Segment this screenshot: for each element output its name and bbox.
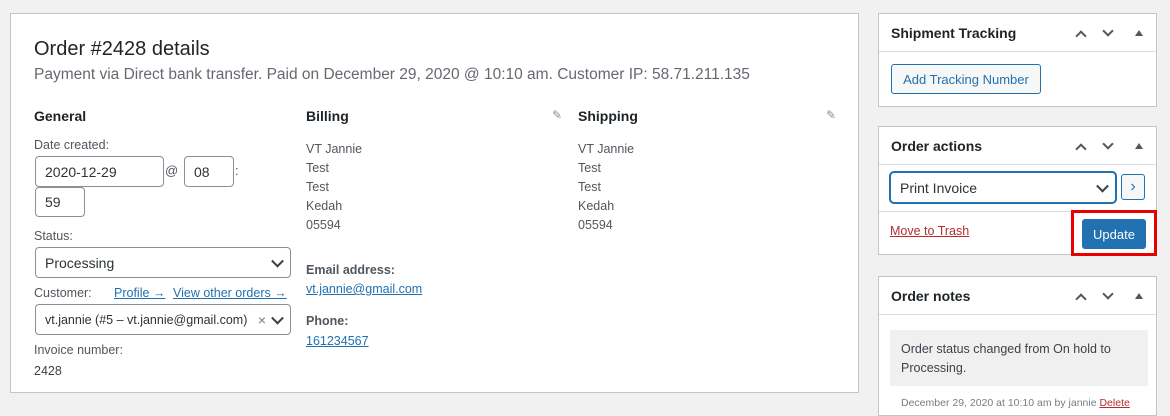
billing-line: VT Jannie: [306, 142, 363, 156]
customer-label: Customer:: [34, 286, 92, 300]
chevron-down-icon: [271, 311, 284, 325]
shipping-heading: Shipping: [578, 108, 638, 124]
move-up-chevron-up-icon[interactable]: [1071, 14, 1091, 52]
billing-address: VT Jannie Test Test Kedah 05594: [306, 140, 362, 235]
billing-line: 05594: [306, 218, 341, 232]
billing-heading: Billing: [306, 108, 349, 124]
invoice-number-label: Invoice number:: [34, 343, 123, 357]
order-notes-box: Order notes Order status changed from On…: [878, 276, 1157, 416]
order-title: Order #2428 details: [34, 38, 210, 60]
billing-section: Billing ✎ VT Jannie Test Test Kedah 0559…: [306, 108, 564, 358]
add-tracking-number-button[interactable]: Add Tracking Number: [891, 64, 1041, 94]
toggle-panel-triangle-icon[interactable]: [1129, 277, 1149, 315]
billing-line: Test: [306, 161, 329, 175]
general-section: General Date created: 2020-12-29 @ 08 : …: [34, 108, 292, 398]
shipping-line: 05594: [578, 218, 613, 232]
toggle-panel-triangle-icon[interactable]: [1129, 127, 1149, 165]
phone-link[interactable]: 161234567: [306, 334, 369, 348]
customer-select[interactable]: vt.jannie (#5 – vt.jannie@gmail.com) ×: [35, 304, 291, 335]
chevron-down-icon: [1096, 179, 1109, 193]
billing-line: Kedah: [306, 199, 343, 213]
order-details-panel: Order #2428 details Payment via Direct b…: [10, 13, 859, 393]
shipping-line: Kedah: [578, 199, 615, 213]
billing-line: Test: [306, 180, 329, 194]
move-down-chevron-down-icon[interactable]: [1098, 127, 1118, 165]
profile-link[interactable]: Profile →: [114, 286, 165, 300]
status-select[interactable]: Processing: [35, 247, 291, 278]
move-down-chevron-down-icon[interactable]: [1098, 14, 1118, 52]
edit-billing-pencil-icon[interactable]: ✎: [552, 108, 562, 122]
move-up-chevron-up-icon[interactable]: [1071, 277, 1091, 315]
order-actions-box: Order actions Print Invoice › Move to Tr…: [878, 126, 1157, 256]
order-subtitle: Payment via Direct bank transfer. Paid o…: [34, 66, 750, 83]
minute-input[interactable]: 59: [35, 187, 85, 217]
chevron-down-icon: [271, 254, 284, 268]
move-down-chevron-down-icon[interactable]: [1098, 277, 1118, 315]
at-separator: @: [165, 163, 179, 178]
shipment-tracking-title: Shipment Tracking: [891, 24, 1017, 41]
shipping-line: Test: [578, 180, 601, 194]
order-action-select[interactable]: Print Invoice: [890, 172, 1116, 203]
customer-value: vt.jannie (#5 – vt.jannie@gmail.com): [45, 312, 248, 327]
shipping-line: VT Jannie: [578, 142, 635, 156]
email-link[interactable]: vt.jannie@gmail.com: [306, 282, 422, 296]
email-label: Email address:: [306, 263, 395, 277]
date-created-label: Date created:: [34, 138, 110, 152]
apply-action-arrow-button[interactable]: ›: [1121, 174, 1145, 200]
shipping-section: Shipping ✎ VT Jannie Test Test Kedah 055…: [578, 108, 838, 248]
shipment-tracking-header: Shipment Tracking: [879, 14, 1156, 52]
toggle-panel-triangle-icon[interactable]: [1129, 14, 1149, 52]
status-label: Status:: [34, 229, 73, 243]
customer-row: Customer:: [34, 286, 92, 300]
order-action-value: Print Invoice: [900, 179, 978, 196]
hour-input[interactable]: 08: [184, 156, 234, 187]
shipping-line: Test: [578, 161, 601, 175]
general-heading: General: [34, 108, 87, 124]
order-note: Order status changed from On hold to Pro…: [890, 330, 1148, 386]
update-button[interactable]: Update: [1082, 219, 1146, 249]
move-up-chevron-up-icon[interactable]: [1071, 127, 1091, 165]
order-notes-title: Order notes: [891, 287, 971, 304]
date-created-input[interactable]: 2020-12-29: [35, 156, 164, 187]
status-value: Processing: [45, 254, 115, 271]
shipping-address: VT Jannie Test Test Kedah 05594: [578, 140, 634, 235]
invoice-number-value: 2428: [34, 364, 62, 378]
colon-separator: :: [235, 163, 239, 178]
order-actions-title: Order actions: [891, 137, 983, 154]
order-notes-header: Order notes: [879, 277, 1156, 315]
clear-icon[interactable]: ×: [258, 312, 266, 328]
view-other-orders-link[interactable]: View other orders →: [173, 286, 287, 300]
note-meta-text: December 29, 2020 at 10:10 am by jannie: [901, 397, 1097, 409]
move-to-trash-link[interactable]: Move to Trash: [890, 224, 969, 238]
delete-note-link[interactable]: Delete: [1099, 397, 1129, 409]
edit-shipping-pencil-icon[interactable]: ✎: [826, 108, 836, 122]
order-note-meta: December 29, 2020 at 10:10 am by jannie …: [901, 397, 1130, 409]
shipment-tracking-box: Shipment Tracking Add Tracking Number: [878, 13, 1157, 107]
phone-label: Phone:: [306, 314, 349, 328]
order-actions-header: Order actions: [879, 127, 1156, 165]
